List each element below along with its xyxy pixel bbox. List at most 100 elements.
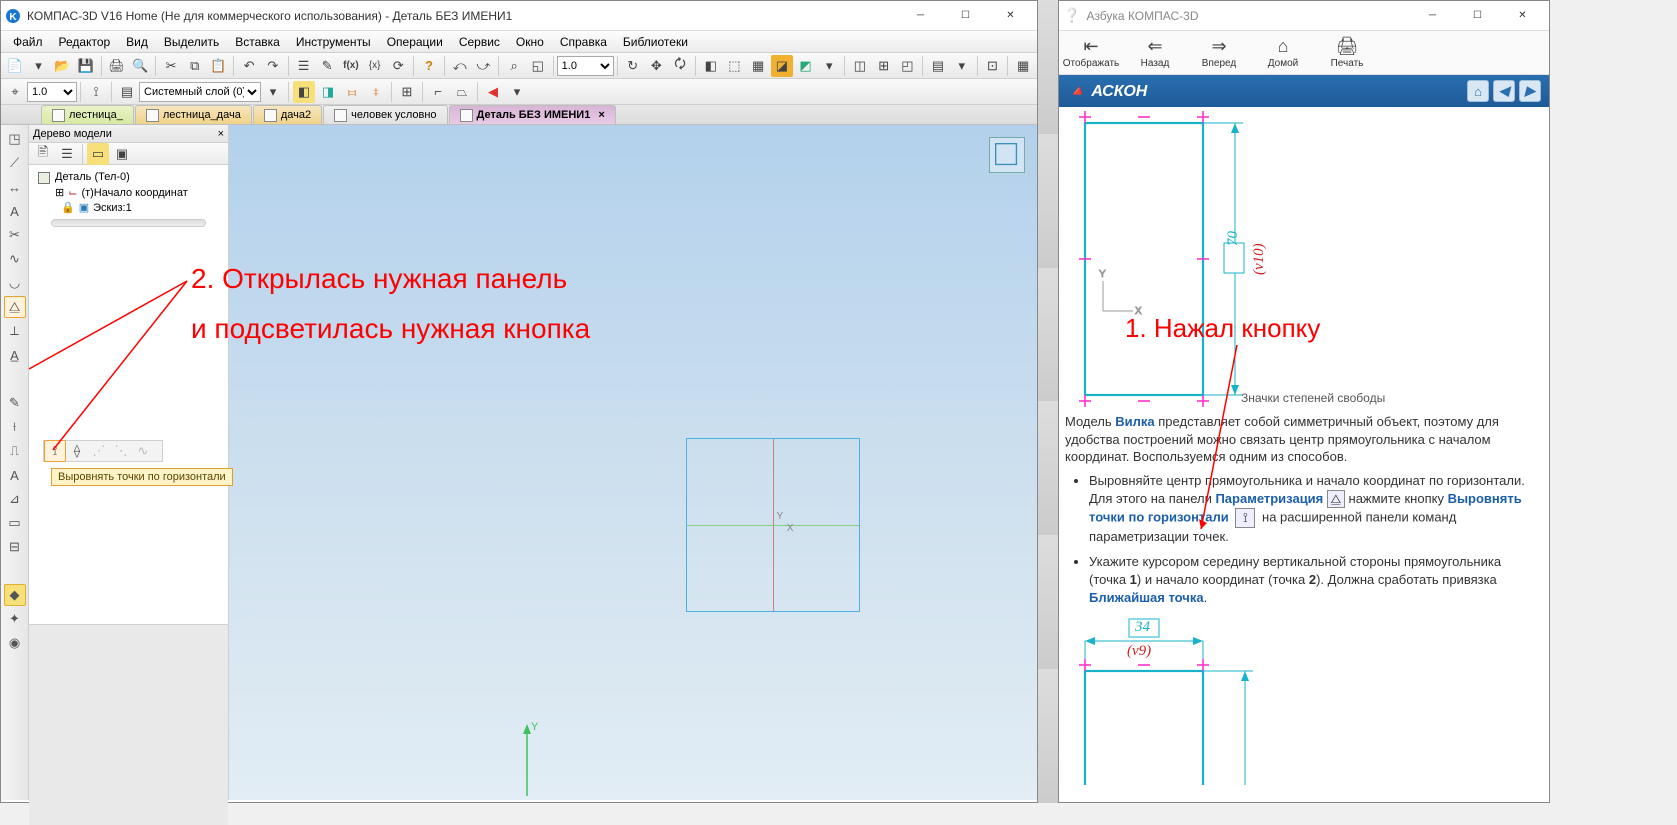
tab-lestnica-dacha[interactable]: лестница_дача bbox=[135, 105, 252, 124]
wire-button[interactable]: ⬚ bbox=[724, 55, 746, 77]
vars-button[interactable]: f(x) bbox=[340, 55, 362, 77]
link-param[interactable]: Параметризация bbox=[1215, 491, 1323, 506]
new-dd-button[interactable]: ▾ bbox=[28, 55, 50, 77]
p4[interactable]: ⋱ bbox=[110, 440, 132, 462]
cut-button[interactable]: ✂ bbox=[160, 55, 182, 77]
snap-button[interactable]: ⌖ bbox=[4, 81, 26, 103]
brand-back-button[interactable]: ◀ bbox=[1493, 80, 1515, 102]
tab-active[interactable]: Деталь БЕЗ ИМЕНИ1× bbox=[449, 105, 616, 124]
brand-fwd-button[interactable]: ▶ bbox=[1519, 80, 1541, 102]
tree-sketch[interactable]: 🔒▣Эскиз:1 bbox=[33, 200, 224, 215]
tree-t1[interactable]: 🖹 bbox=[32, 143, 54, 165]
grid-button[interactable]: ▦ bbox=[1012, 55, 1034, 77]
vt-a[interactable]: ✎ bbox=[4, 392, 26, 414]
t2-button[interactable]: ⊞ bbox=[873, 55, 895, 77]
c1[interactable]: ◧ bbox=[293, 81, 315, 103]
vt-dim[interactable]: ↔ bbox=[4, 176, 26, 198]
hline-button[interactable]: ▦ bbox=[747, 55, 769, 77]
tree-t3[interactable]: ▭ bbox=[87, 143, 109, 165]
zoom-next-button[interactable]: ⤻ bbox=[473, 55, 495, 77]
vt-param[interactable]: ⧋ bbox=[4, 296, 26, 318]
eq-button[interactable]: {x} bbox=[364, 55, 386, 77]
vt-arc[interactable]: ◡ bbox=[4, 272, 26, 294]
nav-back[interactable]: ⇐Назад bbox=[1123, 31, 1187, 74]
menu-service[interactable]: Сервис bbox=[451, 33, 508, 51]
layers-button[interactable]: ▤ bbox=[927, 55, 949, 77]
copy-button[interactable]: ⧉ bbox=[184, 55, 206, 77]
menu-file[interactable]: Файл bbox=[5, 33, 51, 51]
c4[interactable]: ⧧ bbox=[365, 81, 387, 103]
print-button[interactable]: 🖨 bbox=[106, 55, 128, 77]
zoom-fit-button[interactable]: ⌕ bbox=[503, 55, 525, 77]
lay-dd[interactable]: ▾ bbox=[262, 81, 284, 103]
tab-dacha2[interactable]: дача2 bbox=[253, 105, 322, 124]
c2[interactable]: ◨ bbox=[317, 81, 339, 103]
tree-slider[interactable] bbox=[51, 219, 206, 227]
preview-button[interactable]: 🔍 bbox=[130, 55, 152, 77]
paste-button[interactable]: 📋 bbox=[208, 55, 230, 77]
vt-i[interactable]: ◆ bbox=[4, 584, 26, 606]
expand-icon[interactable]: ⊞ bbox=[55, 186, 64, 199]
step-combo[interactable]: 1.0 bbox=[27, 82, 77, 102]
tab-lestnica[interactable]: лестница_ bbox=[41, 105, 134, 124]
exit-button[interactable]: ◀ bbox=[482, 81, 504, 103]
winlist-button[interactable]: ⊡ bbox=[982, 55, 1004, 77]
props-button[interactable]: ☰ bbox=[293, 55, 315, 77]
vt-meas[interactable]: ⟂ bbox=[4, 320, 26, 342]
nav-fwd[interactable]: ⇒Вперед bbox=[1187, 31, 1251, 74]
vt-d[interactable]: A bbox=[4, 464, 26, 486]
tree-origin[interactable]: ⊞⌙(т)Начало координат bbox=[33, 185, 224, 200]
save-button[interactable]: 💾 bbox=[75, 55, 97, 77]
rotate-button[interactable]: 🗘 bbox=[669, 55, 691, 77]
help-max-button[interactable]: ☐ bbox=[1455, 2, 1500, 30]
tab-chelovek[interactable]: человек условно bbox=[323, 105, 447, 124]
vt-k[interactable]: ◉ bbox=[4, 632, 26, 654]
menu-view[interactable]: Вид bbox=[118, 33, 156, 51]
help-close-button[interactable]: ✕ bbox=[1500, 2, 1545, 30]
sketch-button[interactable]: ✎ bbox=[316, 55, 338, 77]
vt-h[interactable] bbox=[4, 560, 26, 582]
new-button[interactable]: 📄 bbox=[4, 55, 26, 77]
zoom-combo[interactable]: 1.0 bbox=[557, 56, 614, 76]
align-horiz-button[interactable]: ⟟ bbox=[44, 440, 66, 462]
link-vilka[interactable]: Вилка bbox=[1115, 414, 1154, 429]
undo-button[interactable]: ↶ bbox=[238, 55, 260, 77]
nav-show[interactable]: ⇤Отображать bbox=[1059, 31, 1123, 74]
tree-t4[interactable]: ▣ bbox=[111, 143, 133, 165]
tree-close-icon[interactable]: × bbox=[218, 128, 224, 140]
vt-sp[interactable] bbox=[4, 368, 26, 390]
t1-button[interactable]: ◫ bbox=[849, 55, 871, 77]
rebuild-button[interactable]: ⟳ bbox=[387, 55, 409, 77]
zoom-win-button[interactable]: ◱ bbox=[527, 55, 549, 77]
vt-note[interactable]: A bbox=[4, 200, 26, 222]
menu-libraries[interactable]: Библиотеки bbox=[615, 33, 696, 51]
open-button[interactable]: 📂 bbox=[51, 55, 73, 77]
vt-f[interactable]: ▭ bbox=[4, 512, 26, 534]
redo-button[interactable]: ↷ bbox=[262, 55, 284, 77]
vt-edit[interactable]: ◳ bbox=[4, 128, 26, 150]
help-min-button[interactable]: ─ bbox=[1410, 2, 1455, 30]
round-button[interactable]: ⏢ bbox=[451, 81, 473, 103]
c3[interactable]: ⧦ bbox=[341, 81, 363, 103]
snap-tool-button[interactable]: ⟟ bbox=[85, 81, 107, 103]
menu-help[interactable]: Справка bbox=[552, 33, 615, 51]
shade-button[interactable]: ◪ bbox=[771, 55, 793, 77]
vt-j[interactable]: ✦ bbox=[4, 608, 26, 630]
layers-dd-button[interactable]: ▾ bbox=[951, 55, 973, 77]
vt-geom[interactable]: ⟋ bbox=[4, 152, 26, 174]
iso-button[interactable]: ◧ bbox=[700, 55, 722, 77]
p3[interactable]: ⋰ bbox=[88, 440, 110, 462]
exit-dd[interactable]: ▾ bbox=[506, 81, 528, 103]
maximize-button[interactable]: ☐ bbox=[943, 2, 988, 30]
menu-operations[interactable]: Операции bbox=[379, 33, 451, 51]
brand-home-button[interactable]: ⌂ bbox=[1467, 80, 1489, 102]
menu-select[interactable]: Выделить bbox=[156, 33, 227, 51]
menu-tools[interactable]: Инструменты bbox=[288, 33, 379, 51]
vt-sel[interactable]: A̲ bbox=[4, 344, 26, 366]
vt-spline[interactable]: ∿ bbox=[4, 248, 26, 270]
p5[interactable]: ∿ bbox=[132, 440, 154, 462]
vt-e[interactable]: ⊿ bbox=[4, 488, 26, 510]
menu-window[interactable]: Окно bbox=[508, 33, 552, 51]
close-button[interactable]: ✕ bbox=[988, 2, 1033, 30]
ortho-button[interactable]: ⌐ bbox=[427, 81, 449, 103]
